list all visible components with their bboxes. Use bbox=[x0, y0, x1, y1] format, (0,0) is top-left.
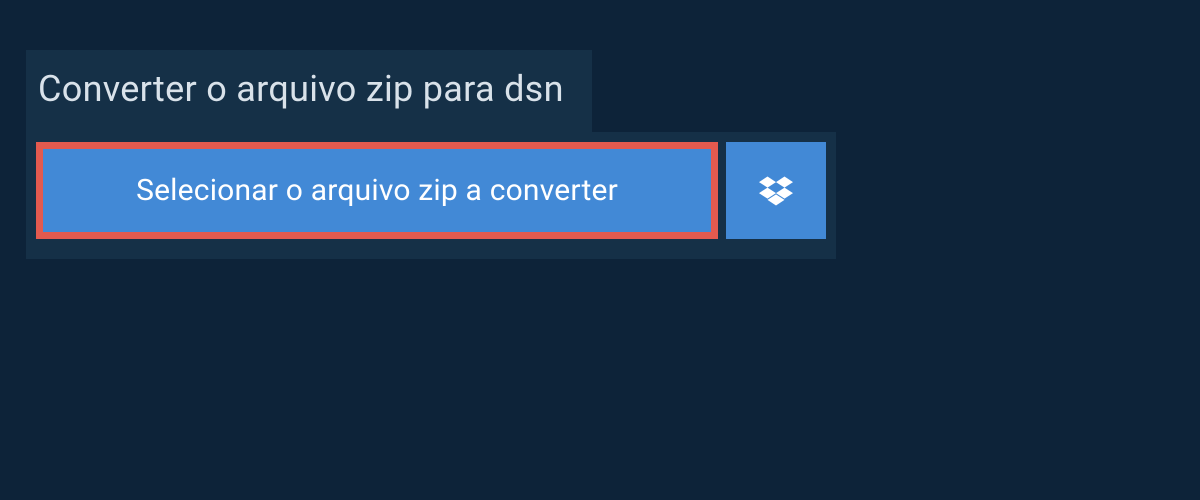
title-bar: Converter o arquivo zip para dsn bbox=[26, 50, 592, 132]
converter-panel: Converter o arquivo zip para dsn Selecio… bbox=[0, 0, 1200, 259]
dropbox-button[interactable] bbox=[726, 142, 826, 239]
action-row: Selecionar o arquivo zip a converter bbox=[26, 132, 836, 259]
select-file-button[interactable]: Selecionar o arquivo zip a converter bbox=[36, 142, 718, 239]
page-title: Converter o arquivo zip para dsn bbox=[38, 68, 564, 110]
dropbox-icon bbox=[759, 176, 793, 206]
